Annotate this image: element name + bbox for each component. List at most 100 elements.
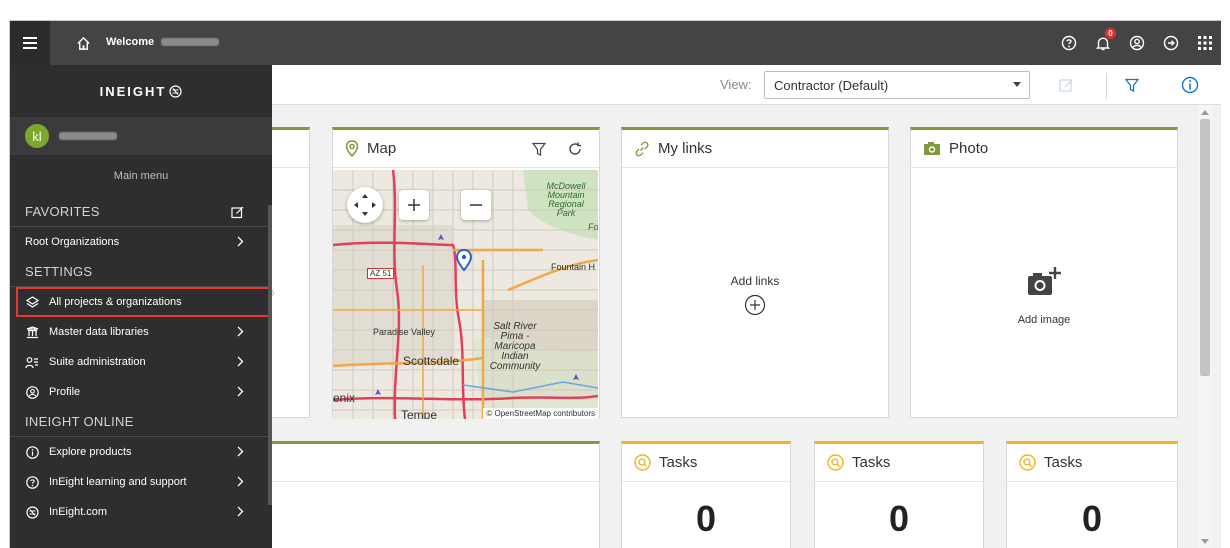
sidebar-scrollbar[interactable]: [268, 205, 272, 505]
sidebar-item-label: Root Organizations: [25, 236, 120, 248]
sidebar-item-root-organizations[interactable]: Root Organizations: [10, 227, 272, 257]
hamburger-icon: [23, 37, 37, 49]
settings-section-header: SETTINGS: [10, 257, 272, 287]
view-select[interactable]: Contractor (Default): [764, 71, 1030, 99]
map-label-fountain: Fountain H: [551, 262, 596, 272]
chevron-down-icon: [1013, 82, 1021, 87]
apps-grid-button[interactable]: [1188, 21, 1221, 65]
sidebar-item-label: InEight learning and support: [49, 476, 187, 488]
main-menu-label: Main menu: [113, 170, 169, 182]
map-label-saltriver: Salt River Pima - Maricopa Indian Commun…: [489, 321, 541, 372]
tasks-card-3[interactable]: Tasks 0: [1006, 441, 1178, 548]
help-button[interactable]: [1052, 21, 1086, 65]
sidebar-item-master-data-libraries[interactable]: Master data libraries: [10, 317, 272, 347]
brand-text: INEIGHT: [99, 83, 167, 99]
main-scrollbar[interactable]: [1198, 105, 1212, 548]
link-icon: [635, 141, 649, 156]
avatar-initials: kl: [32, 128, 42, 144]
users-admin-icon: [25, 355, 39, 369]
tasks-icon: [634, 454, 651, 471]
apps-grid-icon: [1198, 36, 1212, 50]
zoom-out-button[interactable]: [461, 190, 491, 220]
map-attribution[interactable]: © OpenStreetMap contributors: [483, 408, 598, 419]
map-pin-icon: [345, 140, 359, 157]
notifications-button[interactable]: 0: [1086, 21, 1120, 65]
map-view[interactable]: McDowell Mountain Regional Park Fountain…: [333, 170, 598, 419]
sidebar-item-suite-administration[interactable]: Suite administration: [10, 347, 272, 377]
library-icon: [25, 325, 39, 339]
chevron-right-icon: [237, 446, 244, 457]
camera-icon: [924, 142, 940, 155]
chevron-right-icon: [237, 326, 244, 337]
hamburger-menu-button[interactable]: [10, 21, 50, 65]
ineight-logo-icon: [169, 84, 182, 98]
chevron-right-icon: [237, 386, 244, 397]
tasks-count: 0: [1081, 498, 1103, 539]
add-image-button[interactable]: [911, 266, 1177, 301]
view-select-value: Contractor (Default): [774, 78, 889, 93]
sidebar-item-all-projects[interactable]: All projects & organizations: [16, 287, 270, 317]
my-links-card-title: My links: [658, 140, 713, 157]
help-icon: [25, 475, 39, 489]
add-links-button[interactable]: [622, 294, 888, 319]
map-pan-control[interactable]: [347, 187, 383, 223]
redacted-user-name: [59, 132, 117, 140]
edit-dashboard-button[interactable]: [1054, 73, 1078, 97]
ineight-logo[interactable]: INEIGHT: [10, 65, 272, 117]
scrollbar-thumb[interactable]: [1200, 119, 1210, 376]
edit-favorites-icon[interactable]: [231, 206, 244, 219]
refresh-icon[interactable]: [567, 141, 583, 157]
logout-button[interactable]: [1154, 21, 1188, 65]
home-icon: [76, 36, 90, 50]
sidebar-item-label: Profile: [49, 386, 81, 398]
home-button[interactable]: [73, 33, 93, 53]
account-button[interactable]: [1120, 21, 1154, 65]
favorites-label: FAVORITES: [25, 204, 100, 219]
profile-icon: [25, 385, 39, 399]
tasks-card-1[interactable]: Tasks 0: [621, 441, 791, 548]
scroll-up-arrow-icon[interactable]: [1201, 110, 1209, 115]
zoom-in-button[interactable]: [399, 190, 429, 220]
map-label-for: For: [588, 222, 598, 232]
sidebar-item-learning-support[interactable]: InEight learning and support: [10, 467, 272, 497]
top-bar: Welcome 0: [10, 21, 1221, 65]
ineight-online-label: INEIGHT ONLINE: [25, 414, 134, 429]
map-label-scottsdale: Scottsdale: [403, 354, 460, 368]
tasks-card-header: Tasks: [815, 444, 983, 482]
filter-icon[interactable]: [531, 141, 547, 157]
sidebar-item-ineight-com[interactable]: InEight.com: [10, 497, 272, 527]
notification-badge: 0: [1105, 28, 1116, 39]
chevron-right-icon: [237, 356, 244, 367]
map-label-paradise: Paradise Valley: [373, 327, 435, 337]
map-label-tempe: Tempe: [401, 408, 438, 419]
hidden-card-bottom-header: [241, 444, 599, 482]
tasks-count: 0: [695, 498, 717, 539]
tasks-card-title: Tasks: [659, 454, 698, 471]
pan-arrows-icon: [354, 194, 376, 216]
avatar: kl: [25, 124, 49, 148]
chevron-right-icon: [237, 506, 244, 517]
chevron-right-icon: [237, 236, 244, 247]
photo-card-header: Photo: [911, 130, 1177, 168]
tasks-card-2[interactable]: Tasks 0: [814, 441, 984, 548]
sidebar-item-label: Master data libraries: [49, 326, 149, 338]
sidebar-item-profile[interactable]: Profile: [10, 377, 272, 407]
welcome-label: Welcome: [106, 36, 155, 48]
sidebar-item-label: Explore products: [49, 446, 132, 458]
app-window: Welcome 0 View: Contractor (Default) Map…: [9, 20, 1221, 548]
filter-button[interactable]: [1120, 73, 1144, 97]
welcome-text: Welcome: [106, 36, 220, 48]
account-icon: [1129, 35, 1145, 51]
info-button[interactable]: [1178, 73, 1202, 97]
help-icon: [1061, 35, 1077, 51]
sidebar-item-label: InEight.com: [49, 506, 108, 518]
user-profile-row[interactable]: kl: [10, 117, 272, 155]
info-icon: [1181, 76, 1199, 94]
map-card: Map McDowell Mountain Regional Park Foun…: [332, 127, 600, 419]
tasks-card-title: Tasks: [852, 454, 891, 471]
sidebar-item-explore-products[interactable]: Explore products: [10, 437, 272, 467]
layers-icon: [25, 295, 39, 309]
toolbar-divider: [1106, 73, 1107, 99]
logout-icon: [1163, 35, 1179, 51]
scroll-down-arrow-icon[interactable]: [1201, 539, 1209, 544]
